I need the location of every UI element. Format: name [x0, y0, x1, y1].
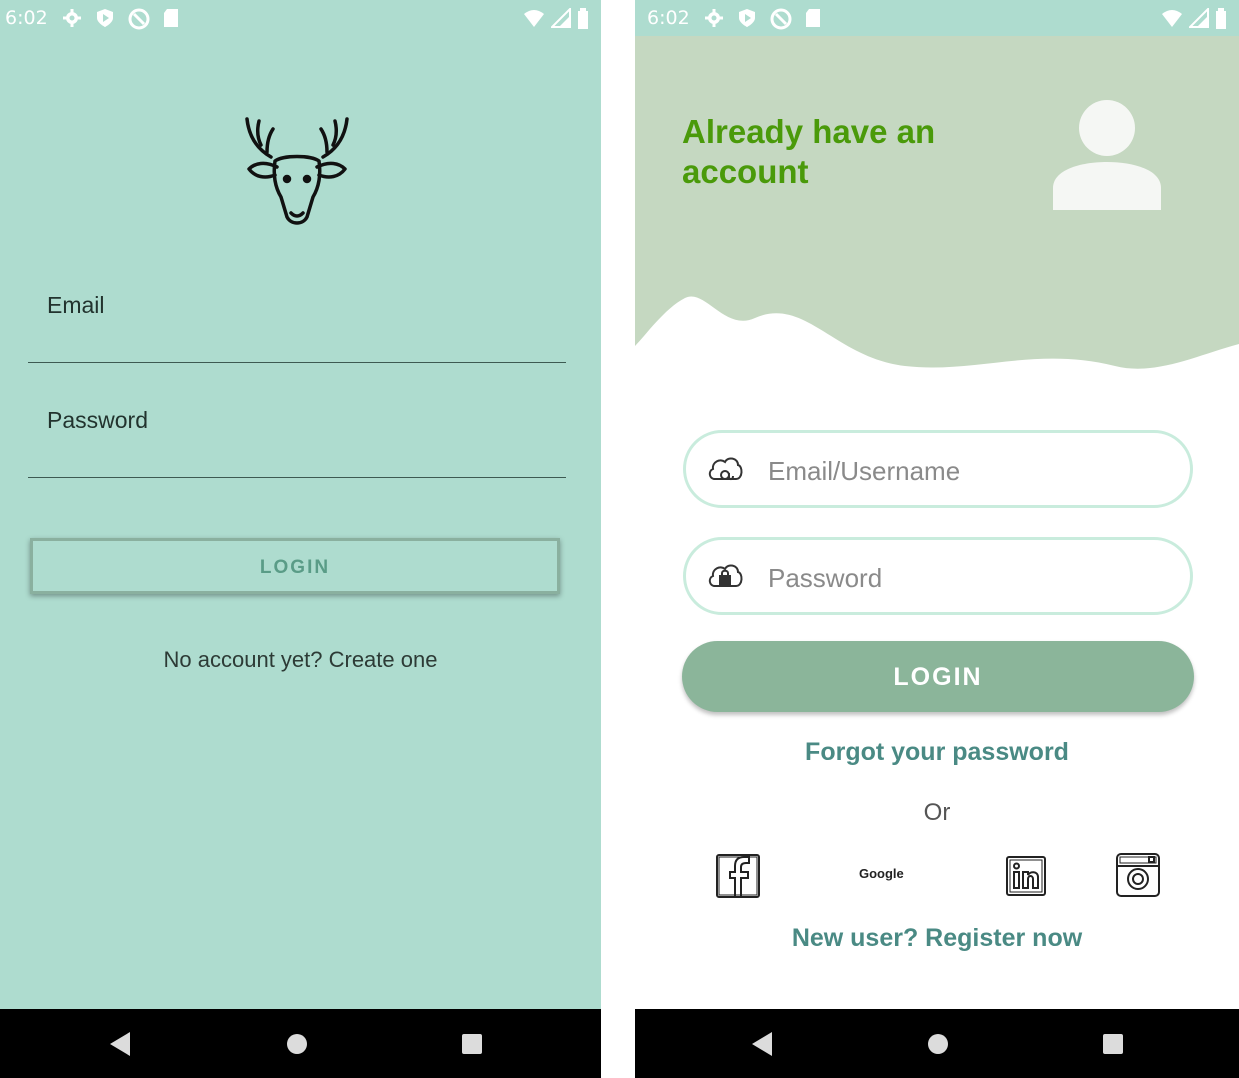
- page-title: Already have an account: [682, 113, 936, 190]
- cloud-lock-icon: [706, 559, 744, 595]
- deer-logo-icon: [243, 115, 351, 227]
- status-time: 6:02: [647, 7, 690, 29]
- back-icon[interactable]: [108, 1031, 132, 1062]
- at-sign-icon: [770, 8, 792, 35]
- screen-divider: [601, 0, 635, 1078]
- sd-card-icon: [163, 8, 179, 35]
- home-icon[interactable]: [927, 1033, 949, 1060]
- back-icon[interactable]: [750, 1031, 774, 1062]
- user-avatar-icon: [1050, 98, 1164, 212]
- login-screen-right: 6:02 Already have an account LOGIN Forgo…: [635, 0, 1239, 1078]
- facebook-icon[interactable]: [715, 852, 761, 905]
- sd-card-icon: [805, 8, 821, 35]
- shield-play-icon: [737, 8, 757, 35]
- wifi-icon: [523, 8, 545, 35]
- signal-icon: [1187, 6, 1209, 35]
- navigation-bar: [635, 1009, 1239, 1078]
- settings-icon: [62, 8, 82, 35]
- password-field[interactable]: [683, 537, 1193, 615]
- email-username-input[interactable]: [766, 450, 1170, 492]
- google-icon[interactable]: Google: [857, 864, 909, 889]
- linkedin-icon[interactable]: [1005, 855, 1047, 902]
- email-field[interactable]: Email: [28, 292, 566, 363]
- create-account-link[interactable]: No account yet? Create one: [0, 647, 601, 673]
- wifi-icon: [1161, 8, 1183, 35]
- at-sign-icon: [128, 8, 150, 35]
- status-time: 6:02: [5, 7, 48, 29]
- status-bar: 6:02: [635, 0, 1239, 36]
- battery-icon: [1215, 8, 1227, 35]
- cloud-at-icon: [706, 452, 744, 488]
- login-screen-left: 6:02 Email Password LOGIN No account yet…: [0, 0, 601, 1078]
- settings-icon: [704, 8, 724, 35]
- login-button-label: LOGIN: [893, 663, 983, 691]
- home-icon[interactable]: [286, 1033, 308, 1060]
- instagram-icon[interactable]: [1115, 852, 1161, 903]
- password-label: Password: [47, 407, 148, 433]
- recents-icon[interactable]: [461, 1033, 483, 1060]
- password-input[interactable]: [766, 557, 1170, 599]
- email-label: Email: [47, 292, 105, 318]
- login-button[interactable]: LOGIN: [682, 641, 1194, 712]
- forgot-password-link[interactable]: Forgot your password: [635, 738, 1239, 767]
- battery-icon: [577, 8, 589, 35]
- email-username-field[interactable]: [683, 430, 1193, 508]
- shield-play-icon: [95, 8, 115, 35]
- recents-icon[interactable]: [1102, 1033, 1124, 1060]
- google-icon-label: Google: [859, 866, 904, 881]
- login-button-label: LOGIN: [259, 557, 331, 578]
- login-button[interactable]: LOGIN: [30, 538, 560, 594]
- password-field[interactable]: Password: [28, 407, 566, 478]
- register-link[interactable]: New user? Register now: [635, 924, 1239, 953]
- or-divider-text: Or: [923, 799, 951, 826]
- status-bar: 6:02: [0, 0, 601, 36]
- navigation-bar: [0, 1009, 601, 1078]
- signal-icon: [549, 6, 571, 35]
